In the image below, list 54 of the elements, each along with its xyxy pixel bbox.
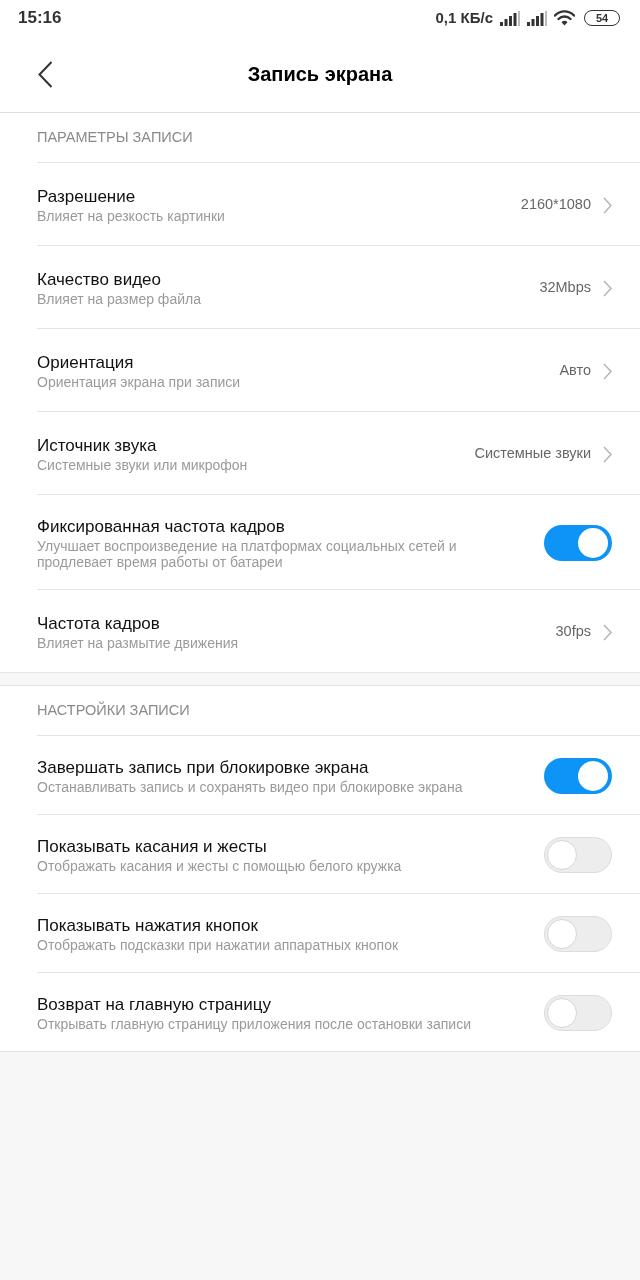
toggle-switch[interactable] <box>544 837 612 873</box>
status-time: 15:16 <box>18 7 62 30</box>
setting-description: Влияет на размер файла <box>37 291 202 307</box>
setting-description: Системные звуки или микрофон <box>37 457 249 473</box>
setting-description: Отображать касания и жесты с помощью белого кружка <box>37 858 403 874</box>
toggle-switch[interactable] <box>544 758 612 794</box>
settings-row[interactable]: Ориентация Ориентация экрана при записи Авто <box>37 328 640 411</box>
setting-description: Влияет на размытие движения <box>37 635 240 651</box>
setting-description: Отображать подсказки при нажатии аппаратных кнопок <box>37 937 400 953</box>
setting-title: Завершать запись при блокировке экрана <box>37 757 370 779</box>
setting-value: 32Mbps <box>539 278 591 298</box>
setting-description: Влияет на резкость картинки <box>37 208 226 224</box>
setting-value: Авто <box>559 361 591 381</box>
section-header: НАСТРОЙКИ ЗАПИСИ <box>37 700 190 720</box>
chevron-right-icon <box>603 445 612 463</box>
settings-row[interactable]: Разрешение Влияет на резкость картинки 2160*1080 <box>37 162 640 245</box>
signal-icon <box>500 10 520 26</box>
setting-description: Ориентация экрана при записи <box>37 374 242 390</box>
section-header: ПАРАМЕТРЫ ЗАПИСИ <box>37 127 193 147</box>
chevron-right-icon <box>603 623 612 641</box>
setting-title: Показывать касания и жесты <box>37 836 268 858</box>
toggle-switch[interactable] <box>544 916 612 952</box>
settings-row[interactable]: Завершать запись при блокировке экрана Останавливать запись и сохранять видео при блокировке экрана <box>37 735 640 814</box>
chevron-right-icon <box>603 279 612 297</box>
setting-title: Показывать нажатия кнопок <box>37 915 259 937</box>
setting-description: Улучшает воспроизведение на платформах социальных сетей и продлевает время работы от батареи <box>37 538 458 570</box>
setting-title: Разрешение <box>37 186 137 208</box>
setting-value: 2160*1080 <box>520 195 591 215</box>
settings-row[interactable]: Показывать касания и жесты Отображать касания и жесты с помощью белого кружка <box>37 814 640 893</box>
setting-description: Открывать главную страницу приложения после остановки записи <box>37 1016 472 1032</box>
setting-title: Источник звука <box>37 435 158 457</box>
settings-row[interactable]: Качество видео Влияет на размер файла 32Mbps <box>37 245 640 328</box>
settings-row[interactable]: Возврат на главную страницу Открывать главную страницу приложения после остановки записи <box>37 972 640 1051</box>
network-speed: 0,1 КБ/с <box>435 7 493 28</box>
setting-value: 30fps <box>555 622 591 642</box>
chevron-right-icon <box>603 196 612 214</box>
toggle-switch[interactable] <box>544 525 612 561</box>
settings-row[interactable]: Показывать нажатия кнопок Отображать подсказки при нажатии аппаратных кнопок <box>37 893 640 972</box>
toggle-switch[interactable] <box>544 995 612 1031</box>
settings-row[interactable]: Частота кадров Влияет на размытие движения 30fps <box>37 589 640 672</box>
signal-icon <box>527 10 547 26</box>
setting-title: Качество видео <box>37 269 162 291</box>
wifi-icon <box>554 10 575 26</box>
setting-title: Ориентация <box>37 352 135 374</box>
settings-row[interactable]: Источник звука Системные звуки или микрофон Системные звуки <box>37 411 640 494</box>
back-icon <box>37 60 53 88</box>
setting-title: Частота кадров <box>37 613 161 635</box>
settings-row[interactable]: Фиксированная частота кадров Улучшает воспроизведение на платформах социальных сетей и продлевает время работы от батареи <box>37 494 640 589</box>
chevron-right-icon <box>603 362 612 380</box>
page-title: Запись экрана <box>247 62 393 87</box>
setting-title: Фиксированная частота кадров <box>37 516 286 538</box>
setting-value: Системные звуки <box>474 444 591 464</box>
setting-title: Возврат на главную страницу <box>37 994 272 1016</box>
setting-description: Останавливать запись и сохранять видео при блокировке экрана <box>37 779 464 795</box>
